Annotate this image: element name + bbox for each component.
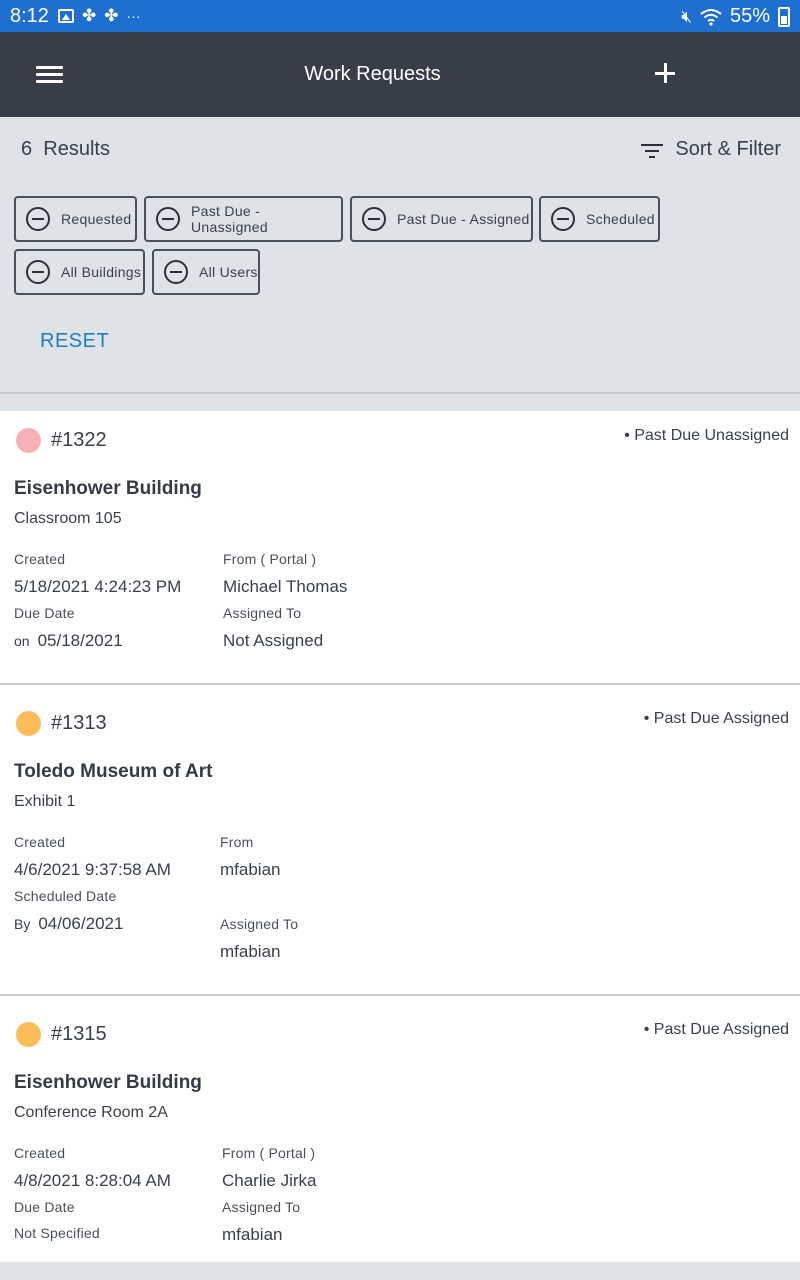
chip-label: All Buildings	[61, 264, 142, 280]
status-left-icons: ✤ ✤ ···	[58, 7, 141, 25]
status-time: 8:12	[10, 5, 49, 27]
chip-label: Past Due - Assigned	[397, 211, 530, 227]
work-request-card[interactable]: #1322 • Past Due Unassigned Eisenhower B…	[0, 411, 800, 685]
created-label: Created	[14, 834, 66, 850]
due-date-label: Due Date	[14, 605, 75, 621]
filter-chip-scheduled[interactable]: Scheduled	[539, 196, 660, 242]
request-status: • Past Due Unassigned	[624, 427, 789, 444]
date-prefix: By	[14, 916, 31, 932]
status-dot	[16, 1022, 41, 1047]
building-name: Toledo Museum of Art	[14, 761, 213, 782]
assigned-label: Assigned To	[220, 916, 299, 932]
created-value: 5/18/2021 4:24:23 PM	[14, 577, 182, 596]
chip-label: Scheduled	[586, 211, 655, 227]
remove-filter-icon	[26, 207, 50, 231]
from-label: From ( Portal )	[223, 551, 317, 567]
sort-filter-button[interactable]: Sort & Filter	[641, 138, 781, 161]
building-name: Eisenhower Building	[14, 478, 202, 499]
page-title: Work Requests	[304, 63, 441, 85]
image-icon	[58, 9, 74, 23]
assigned-value: mfabian	[220, 942, 281, 961]
chip-label: Past Due - Unassigned	[191, 203, 268, 235]
filter-chip-past-due-assigned[interactable]: Past Due - Assigned	[350, 196, 533, 242]
filter-chip-past-due-unassigned[interactable]: Past Due - Unassigned	[144, 196, 343, 242]
from-value: Michael Thomas	[223, 577, 348, 596]
from-label: From	[220, 834, 254, 850]
from-label: From ( Portal )	[222, 1145, 316, 1161]
assigned-value: Not Assigned	[223, 631, 324, 650]
remove-filter-icon	[26, 260, 50, 284]
building-name: Eisenhower Building	[14, 1072, 202, 1093]
request-status: • Past Due Assigned	[643, 710, 789, 727]
date-prefix: on	[14, 633, 30, 649]
filter-chip-requested[interactable]: Requested	[14, 196, 137, 242]
scheduled-date-label: Scheduled Date	[14, 888, 117, 904]
panel-divider	[0, 392, 800, 394]
request-id: #1322	[51, 429, 107, 451]
room-name: Exhibit 1	[14, 793, 76, 810]
more-dots-icon: ···	[126, 8, 141, 24]
status-dot	[16, 711, 41, 736]
wifi-icon	[700, 8, 722, 26]
battery-icon	[778, 6, 790, 27]
mute-icon: 🔇︎	[681, 6, 692, 26]
app-header: Work Requests	[0, 32, 800, 117]
status-bar: 8:12 ✤ ✤ ··· 🔇︎ 55%	[0, 0, 800, 32]
assigned-value: mfabian	[222, 1225, 283, 1244]
remove-filter-icon	[156, 207, 180, 231]
add-request-button[interactable]	[654, 62, 678, 86]
created-value: 4/6/2021 9:37:58 AM	[14, 860, 171, 879]
room-name: Conference Room 2A	[14, 1104, 168, 1121]
chip-label: All Users	[199, 264, 258, 280]
date-text: 05/18/2021	[37, 631, 123, 650]
status-dot	[16, 428, 41, 453]
battery-level: 55%	[729, 5, 770, 27]
chip-label: Requested	[61, 211, 132, 227]
remove-filter-icon	[362, 207, 386, 231]
filter-chip-all-users[interactable]: All Users	[152, 249, 260, 295]
pinwheel-icon: ✤	[104, 6, 119, 25]
list-bottom-edge	[0, 1262, 800, 1280]
due-date-value: on 05/18/2021	[14, 631, 123, 651]
room-name: Classroom 105	[14, 510, 122, 527]
assigned-label: Assigned To	[223, 605, 302, 621]
created-value: 4/8/2021 8:28:04 AM	[14, 1171, 171, 1190]
work-request-card[interactable]: #1315 • Past Due Assigned Eisenhower Bui…	[0, 996, 800, 1262]
scheduled-date-value: By 04/06/2021	[14, 914, 123, 934]
date-text: 04/06/2021	[38, 914, 124, 933]
results-number: 6	[21, 138, 33, 160]
due-date-value: Not Specified	[14, 1225, 100, 1241]
work-request-card[interactable]: #1313 • Past Due Assigned Toledo Museum …	[0, 685, 800, 996]
results-label: Results	[43, 138, 110, 160]
sort-filter-label: Sort & Filter	[675, 138, 781, 160]
due-date-label: Due Date	[14, 1199, 75, 1215]
results-count: 6 Results	[21, 138, 110, 161]
created-label: Created	[14, 551, 66, 567]
remove-filter-icon	[551, 207, 575, 231]
pinwheel-icon: ✤	[82, 6, 97, 25]
request-id: #1315	[51, 1023, 107, 1045]
request-id: #1313	[51, 712, 107, 734]
filter-chip-all-buildings[interactable]: All Buildings	[14, 249, 145, 295]
filter-icon	[641, 142, 664, 158]
remove-filter-icon	[164, 260, 188, 284]
request-status: • Past Due Assigned	[643, 1021, 789, 1038]
from-value: Charlie Jirka	[222, 1171, 317, 1190]
reset-button[interactable]: RESET	[40, 330, 109, 353]
assigned-label: Assigned To	[222, 1199, 301, 1215]
status-right-icons: 🔇︎ 55%	[681, 5, 790, 28]
created-label: Created	[14, 1145, 66, 1161]
from-value: mfabian	[220, 860, 281, 879]
